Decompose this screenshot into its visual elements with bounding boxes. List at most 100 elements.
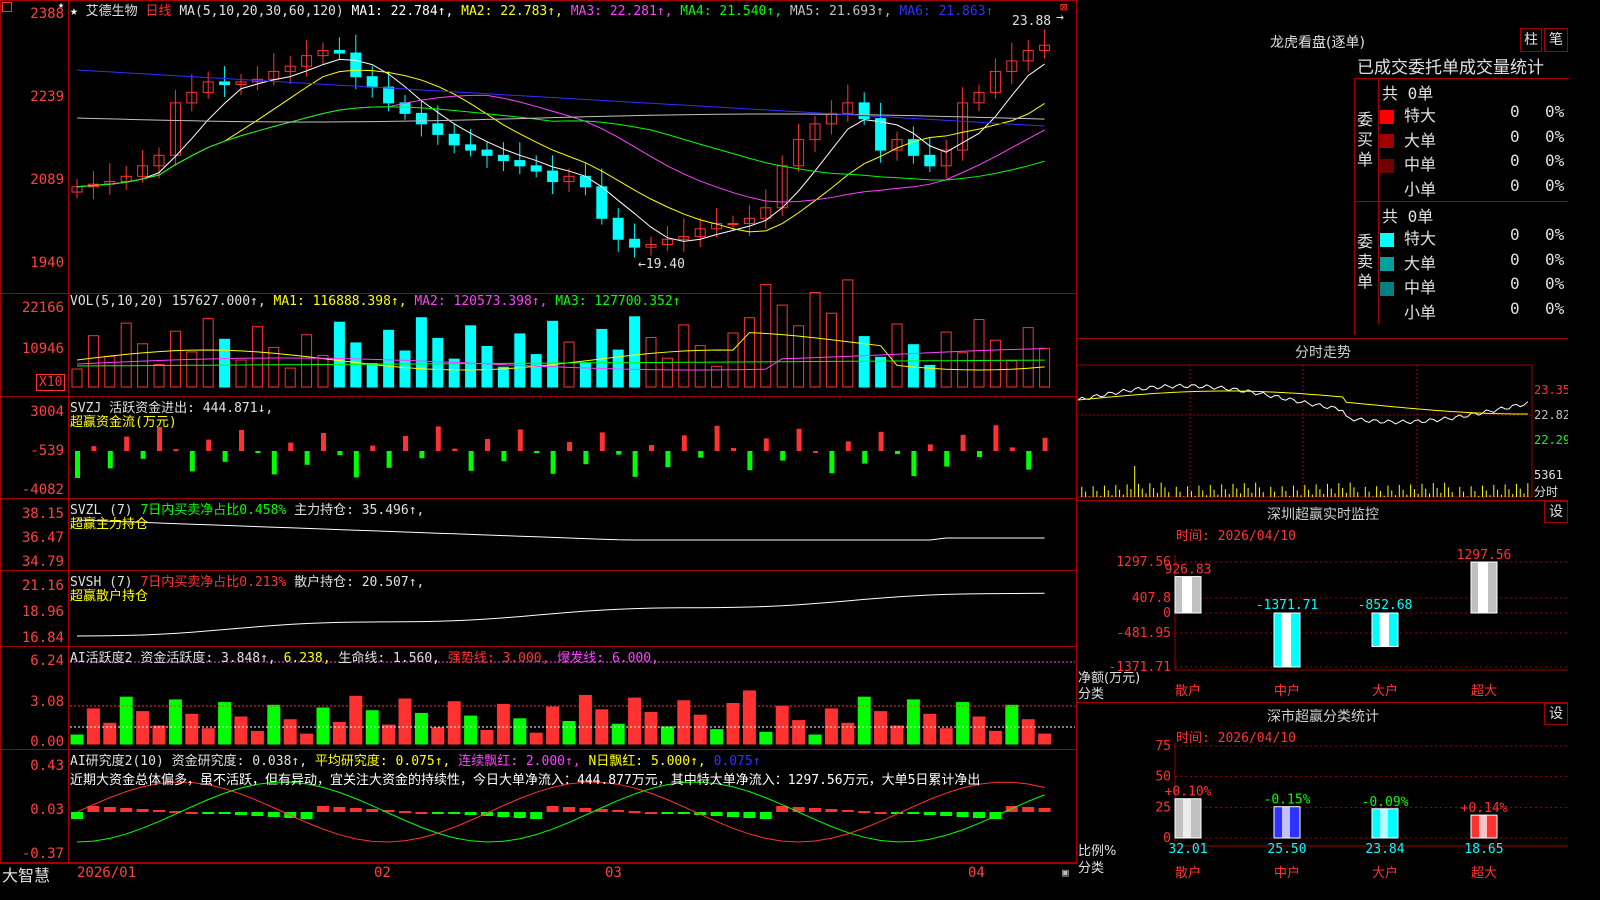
activity-bar xyxy=(726,703,740,745)
candle-body xyxy=(399,102,411,114)
svsh-y-tick: 18.96 xyxy=(21,604,64,620)
candle-body xyxy=(924,154,936,167)
activity-bar xyxy=(300,733,314,745)
tick-mode-button[interactable]: 笔 xyxy=(1544,28,1568,52)
activity-bar xyxy=(283,719,297,745)
period-label[interactable]: 日线 xyxy=(146,4,172,19)
candle-body xyxy=(875,118,887,151)
svzl-y-tick: 38.15 xyxy=(21,506,64,522)
research-bar xyxy=(727,812,739,817)
research-bar xyxy=(530,812,543,819)
svsh-y-tick: 21.16 xyxy=(21,578,64,594)
research-bar xyxy=(415,812,428,814)
volume-bar xyxy=(432,337,444,388)
flow-bar xyxy=(124,436,130,451)
volume-bar xyxy=(514,333,526,388)
kline-chart-canvas[interactable] xyxy=(0,0,1078,864)
activity-bar xyxy=(70,734,84,745)
dragon-col-divider xyxy=(1378,78,1379,324)
sz-monitor-title: 深圳超赢实时监控 xyxy=(1267,507,1379,523)
flow-bar xyxy=(435,426,441,451)
order-type: 特大 xyxy=(1404,106,1437,125)
research-bar xyxy=(333,807,346,812)
activity-bar xyxy=(628,697,642,745)
flow-bar xyxy=(649,445,654,451)
flow-bar xyxy=(255,451,261,453)
flow-bar xyxy=(239,430,244,451)
order-count: 0 xyxy=(1510,102,1520,121)
sz-monitor-panel[interactable] xyxy=(1077,500,1568,702)
intraday-vol: 5361 xyxy=(1534,468,1563,482)
date-label: 04 xyxy=(968,865,985,881)
research-bar xyxy=(661,812,674,814)
intraday-title: 分时走势 xyxy=(1295,345,1351,361)
ai2-y-tick: 0.03 xyxy=(30,802,64,818)
bar-mode-button[interactable]: 柱 xyxy=(1520,28,1542,52)
flow-bar xyxy=(960,434,966,451)
volume-bar xyxy=(891,323,903,388)
volume-bar xyxy=(497,366,509,388)
intraday-panel[interactable] xyxy=(1077,338,1568,501)
ai1-lifeline: 生命线: 1.560, xyxy=(338,651,441,666)
flow-bar xyxy=(1026,451,1032,470)
star-icon[interactable]: ★ xyxy=(70,4,78,19)
sz-monitor-settings-button[interactable]: 设 xyxy=(1544,501,1568,523)
volume-bar xyxy=(350,342,362,388)
activity-bar xyxy=(808,734,822,745)
ai1-strongline: 强势线: 3.000, xyxy=(447,651,550,666)
stock-name[interactable]: 艾德生物 xyxy=(86,4,138,19)
volume-bar xyxy=(940,331,952,388)
sz-stat-title: 深市超赢分类统计 xyxy=(1267,709,1379,725)
volume-bar xyxy=(1006,360,1018,388)
svzj-y-tick: -539 xyxy=(30,443,64,459)
lock-icon[interactable]: ▣ xyxy=(1062,866,1069,879)
order-row: 大单 0 0% xyxy=(1380,250,1568,274)
order-pct: 0% xyxy=(1545,225,1565,244)
research-bar xyxy=(874,812,887,814)
buy-total: 共 0单 xyxy=(1382,84,1434,103)
flow-bar xyxy=(337,451,343,456)
svzl-line xyxy=(76,519,1045,541)
flow-bar xyxy=(878,431,884,451)
order-row: 特大 0 0% xyxy=(1380,102,1568,126)
ai1-y-tick: 3.08 xyxy=(30,694,64,710)
main-y-tick: 2089 xyxy=(30,172,64,188)
volume-bar xyxy=(875,356,887,388)
flow-bar xyxy=(567,442,572,451)
flow-bar xyxy=(485,439,490,451)
order-row: 特大 0 0% xyxy=(1380,225,1568,249)
order-row: 中单 0 0% xyxy=(1380,274,1568,298)
volume-bar xyxy=(169,330,181,388)
sz-stat-panel[interactable] xyxy=(1077,702,1568,883)
activity-bar xyxy=(1021,719,1035,745)
flow-bar xyxy=(304,451,310,465)
ma-value: MA6: 21.863↑ xyxy=(891,4,994,19)
activity-bar xyxy=(710,729,724,745)
volume-bar xyxy=(251,326,263,388)
research-bar xyxy=(858,811,871,813)
dragon-tabs[interactable]: 已成交委托单成交量统计 xyxy=(1357,53,1568,78)
flow-bar xyxy=(321,433,326,451)
activity-bar xyxy=(464,715,478,745)
order-pct: 0% xyxy=(1545,175,1565,195)
research-bar xyxy=(120,808,133,812)
flow-bar xyxy=(107,451,113,469)
flow-bar xyxy=(1009,447,1015,451)
flow-bar xyxy=(189,451,195,472)
activity-bar xyxy=(414,712,428,745)
research-bar xyxy=(202,812,215,814)
flow-bar xyxy=(403,436,408,451)
buy-side-label: 委买单 xyxy=(1357,110,1374,169)
flow-bar xyxy=(222,451,228,462)
ai2-title: AI研究度2(10) 资金研究度: 0.038↑, 平均研究度: 0.075↑,… xyxy=(70,750,761,769)
order-count: 0 xyxy=(1510,175,1520,195)
flow-bar xyxy=(517,429,523,451)
activity-bar xyxy=(792,720,806,745)
order-row: 小单 0 0% xyxy=(1380,176,1568,200)
volume-bar xyxy=(727,332,739,388)
flow-bar xyxy=(353,451,359,478)
volume-bar xyxy=(776,304,788,388)
candle-body xyxy=(383,86,395,104)
sz-stat-settings-button[interactable]: 设 xyxy=(1544,703,1568,725)
research-bar xyxy=(267,812,280,817)
